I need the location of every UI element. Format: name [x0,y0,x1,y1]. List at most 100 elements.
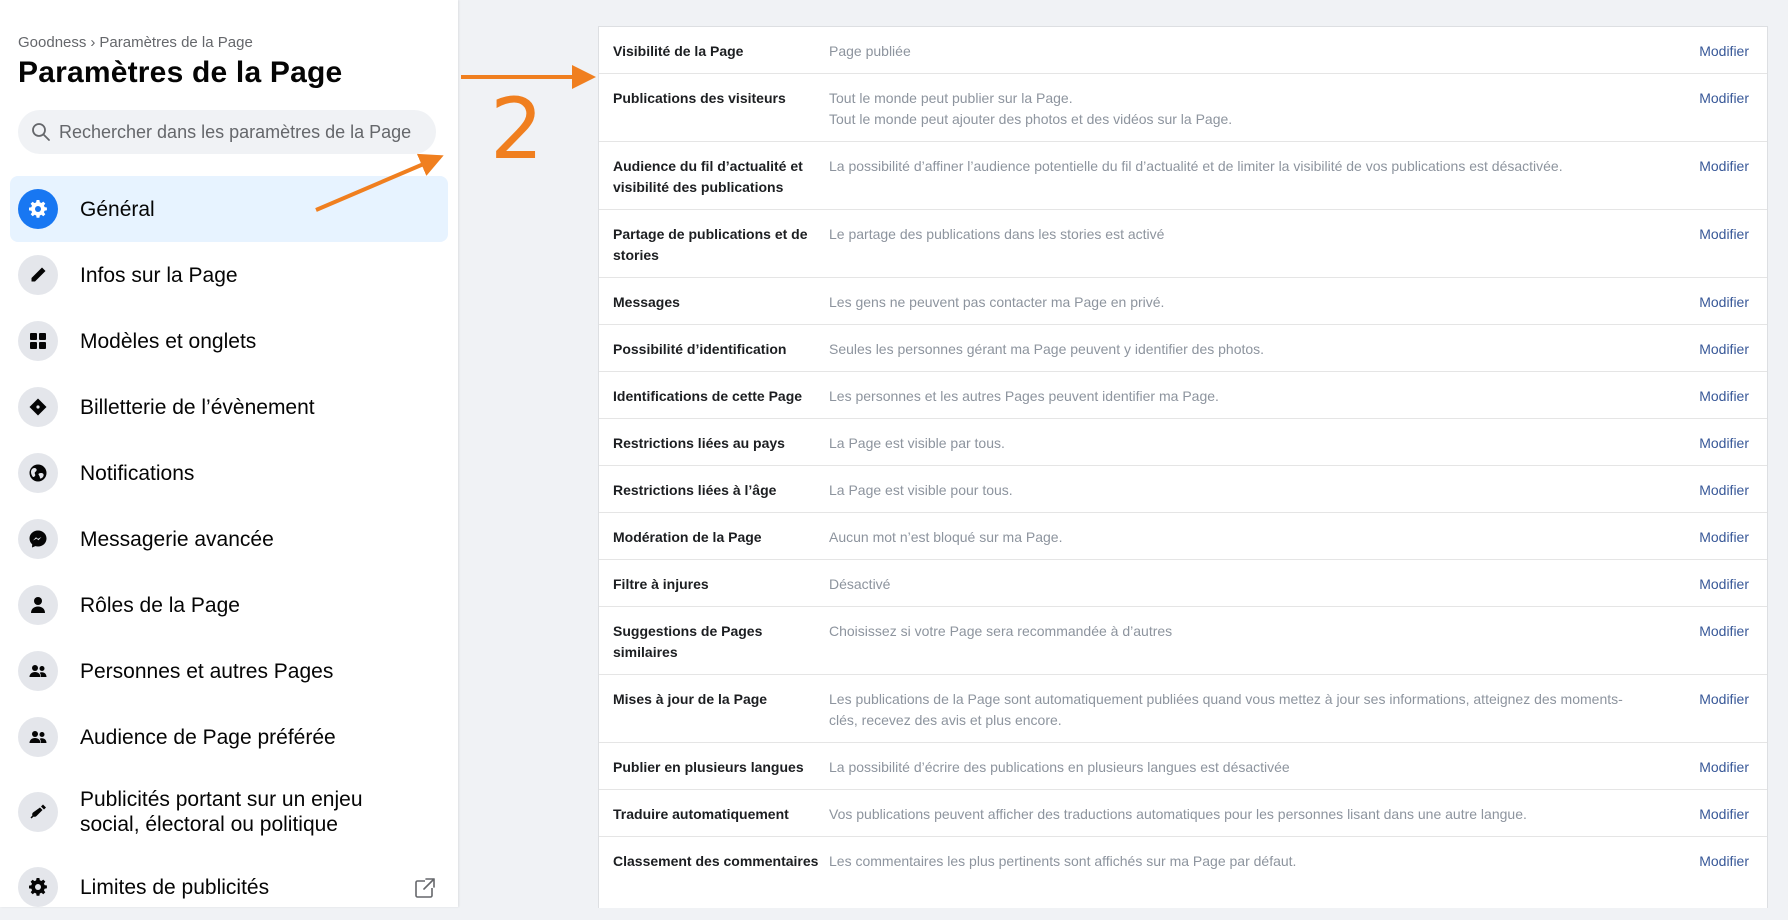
setting-label: Visibilité de la Page [613,43,744,59]
setting-value-line: Tout le monde peut publier sur la Page. [829,90,1073,106]
setting-label: Publications des visiteurs [613,90,786,106]
sidebar-item-templates-tabs[interactable]: Modèles et onglets [10,308,448,374]
settings-row-auto-translate: Traduire automatiquement Vos publication… [599,790,1767,837]
edit-button[interactable]: Modifier [1699,224,1749,245]
settings-row-page-moderation: Modération de la Page Aucun mot n’est bl… [599,513,1767,560]
setting-value: Seules les personnes gérant ma Page peuv… [829,341,1265,357]
edit-button[interactable]: Modifier [1699,88,1749,109]
ticket-icon [18,387,58,427]
settings-row-similar-page-suggestions: Suggestions de Pages similaires Choisiss… [599,607,1767,675]
messenger-icon [18,519,58,559]
setting-label: Traduire automatiquement [613,806,789,822]
edit-button[interactable]: Modifier [1699,292,1749,313]
setting-label: Restrictions liées à l’âge [613,482,777,498]
external-link-icon[interactable] [414,877,436,899]
sidebar-item-label: Général [80,197,155,221]
sidebar-item-label: Publicités portant sur un enjeu social, … [80,788,363,836]
setting-value: La possibilité d’affiner l’audience pote… [829,158,1563,174]
edit-button[interactable]: Modifier [1699,689,1749,710]
person-icon [18,585,58,625]
setting-label: Partage de publications et de stories [613,226,808,263]
setting-label: Filtre à injures [613,576,709,592]
globe-icon [18,453,58,493]
edit-button[interactable]: Modifier [1699,433,1749,454]
setting-value: Aucun mot n’est bloqué sur ma Page. [829,529,1063,545]
edit-button[interactable]: Modifier [1699,851,1749,872]
settings-row-age-restrictions: Restrictions liées à l’âge La Page est v… [599,466,1767,513]
sidebar-item-label: Personnes et autres Pages [80,659,334,683]
edit-button[interactable]: Modifier [1699,339,1749,360]
sidebar-item-page-roles[interactable]: Rôles de la Page [10,572,448,638]
setting-value-line: Tout le monde peut ajouter des photos et… [829,111,1233,127]
sidebar-item-label: Notifications [80,461,195,485]
breadcrumb: Goodness › Paramètres de la Page [18,34,253,51]
sidebar-item-label: Rôles de la Page [80,593,240,617]
pencil-icon [18,255,58,295]
setting-value: Les personnes et les autres Pages peuven… [829,388,1219,404]
edit-button[interactable]: Modifier [1699,156,1749,177]
edit-button[interactable]: Modifier [1699,527,1749,548]
setting-value: Tout le monde peut publier sur la Page. … [829,88,1649,130]
sidebar-item-advanced-messaging[interactable]: Messagerie avancée [10,506,448,572]
sidebar: Goodness › Paramètres de la Page Paramètre… [0,0,458,907]
gear-icon [18,189,58,229]
settings-row-visitor-posts: Publications des visiteurs Tout le monde… [599,74,1767,142]
grid-icon [18,321,58,361]
setting-value: Page publiée [829,43,911,59]
setting-label: Publier en plusieurs langues [613,759,804,775]
sidebar-item-general[interactable]: Général [10,176,448,242]
settings-row-page-visibility: Visibilité de la Page Page publiée Modif… [599,27,1767,74]
edit-button[interactable]: Modifier [1699,480,1749,501]
edit-button[interactable]: Modifier [1699,574,1749,595]
edit-button[interactable]: Modifier [1699,621,1749,642]
setting-value: Les commentaires les plus pertinents son… [829,853,1297,869]
edit-button[interactable]: Modifier [1699,41,1749,62]
setting-value: Les gens ne peuvent pas contacter ma Pag… [829,294,1165,310]
sidebar-item-label: Audience de Page préférée [80,725,336,749]
setting-value: Le partage des publications dans les sto… [829,226,1165,242]
settings-row-country-restrictions: Restrictions liées au pays La Page est v… [599,419,1767,466]
setting-label: Possibilité d’identification [613,341,787,357]
sidebar-item-label: Messagerie avancée [80,527,274,551]
setting-label: Messages [613,294,680,310]
sidebar-item-people-other-pages[interactable]: Personnes et autres Pages [10,638,448,704]
search-input[interactable] [57,120,436,144]
sidebar-item-label: Billetterie de l’évènement [80,395,315,419]
sidebar-item-page-info[interactable]: Infos sur la Page [10,242,448,308]
sidebar-item-label: Limites de publicités [80,875,270,899]
setting-value: La possibilité d’écrire des publications… [829,759,1290,775]
search-box[interactable] [18,110,436,154]
edit-button[interactable]: Modifier [1699,386,1749,407]
annotation-number: 2 [490,80,544,178]
settings-row-news-feed-audience: Audience du fil d’actualité et visibilit… [599,142,1767,210]
setting-value: Vos publications peuvent afficher des tr… [829,806,1527,822]
gear-icon [18,867,58,907]
sidebar-item-ticketing[interactable]: Billetterie de l’évènement [10,374,448,440]
settings-row-page-updates: Mises à jour de la Page Les publications… [599,675,1767,743]
megaphone-icon [18,792,58,832]
people-icon [18,651,58,691]
settings-row-tagging-ability: Possibilité d’identification Seules les … [599,325,1767,372]
breadcrumb-page-link[interactable]: Goodness [18,34,86,51]
settings-row-post-story-sharing: Partage de publications et de stories Le… [599,210,1767,278]
sidebar-item-notifications[interactable]: Notifications [10,440,448,506]
setting-value: La Page est visible par tous. [829,435,1005,451]
settings-row-comment-ranking: Classement des commentaires Les commenta… [599,837,1767,905]
settings-row-messages: Messages Les gens ne peuvent pas contact… [599,278,1767,325]
sidebar-item-label: Modèles et onglets [80,329,257,353]
sidebar-item-preferred-audience[interactable]: Audience de Page préférée [10,704,448,770]
setting-label: Suggestions de Pages similaires [613,623,763,660]
sidebar-item-social-issue-ads[interactable]: Publicités portant sur un enjeu social, … [10,770,448,854]
setting-label: Restrictions liées au pays [613,435,785,451]
settings-panel: Visibilité de la Page Page publiée Modif… [598,26,1768,908]
setting-label: Identifications de cette Page [613,388,803,404]
setting-label: Modération de la Page [613,529,762,545]
edit-button[interactable]: Modifier [1699,757,1749,778]
setting-value: La Page est visible pour tous. [829,482,1013,498]
sidebar-item-label: Infos sur la Page [80,263,238,287]
page-title: Paramètres de la Page [18,56,343,89]
setting-label: Classement des commentaires [613,853,819,869]
sidebar-item-ad-limits[interactable]: Limites de publicités [10,854,448,920]
setting-value: Désactivé [829,576,891,592]
edit-button[interactable]: Modifier [1699,804,1749,825]
